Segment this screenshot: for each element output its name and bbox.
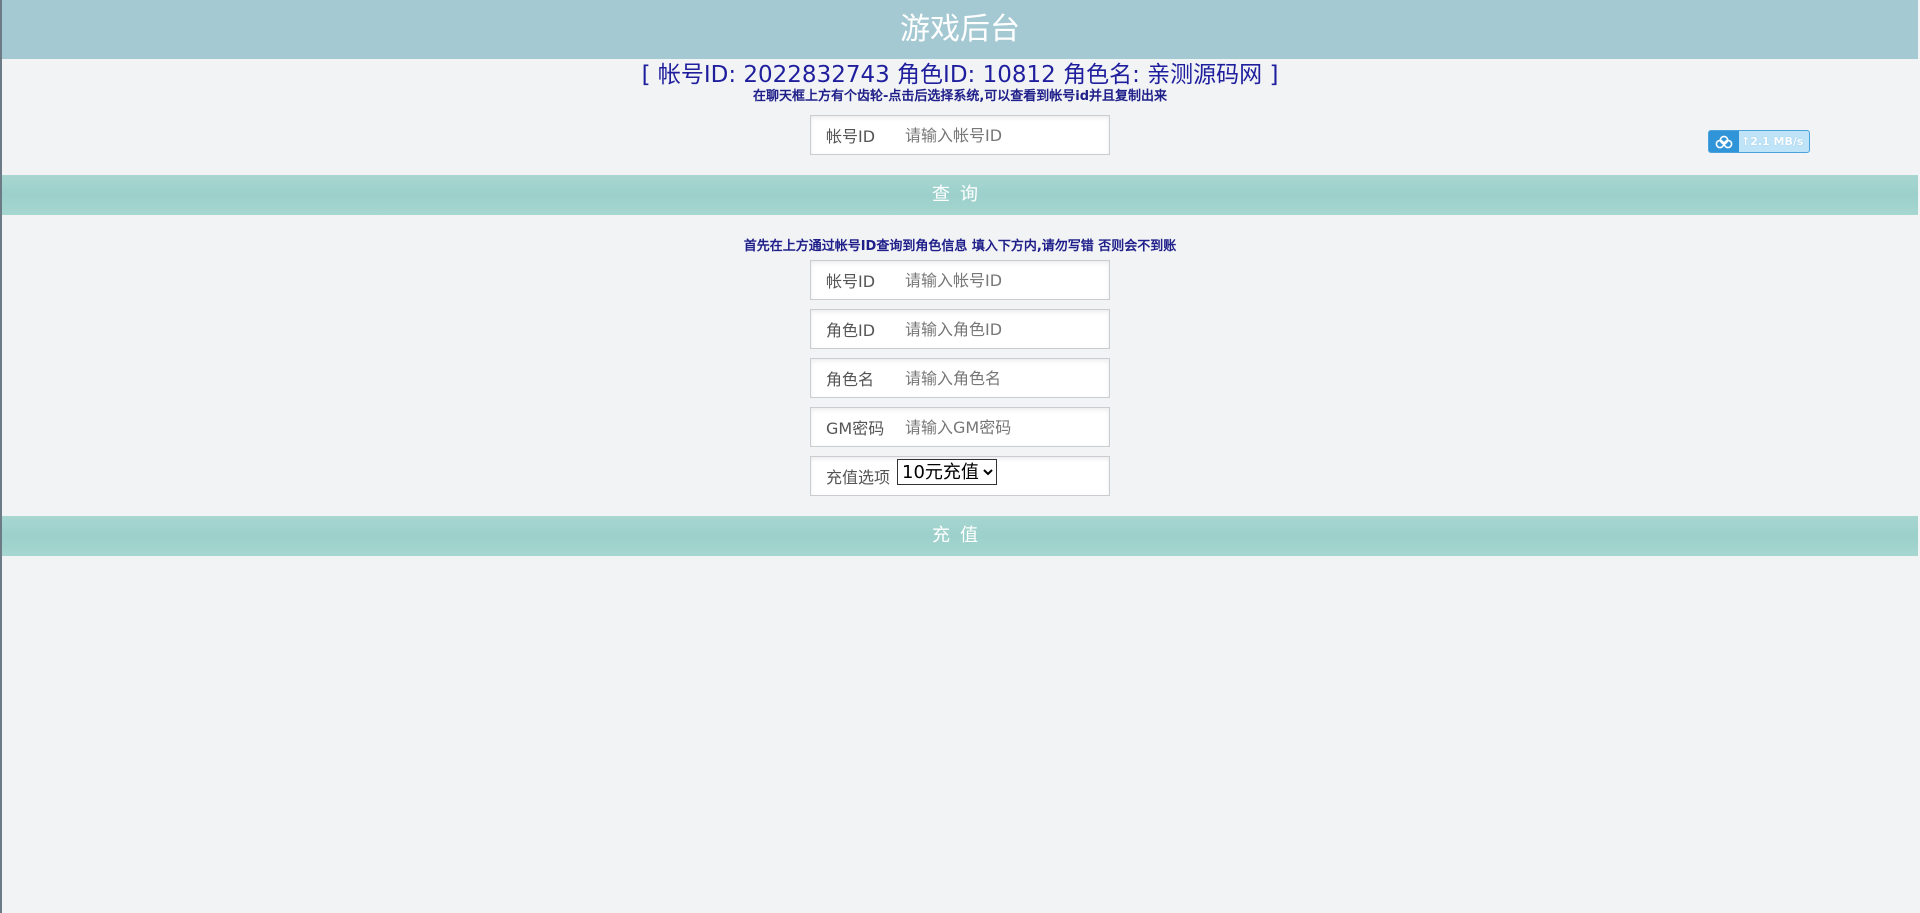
- account-id-hint: 在聊天框上方有个齿轮-点击后选择系统,可以查看到帐号id并且复制出来: [752, 89, 1168, 104]
- role-id-input[interactable]: [903, 318, 1097, 340]
- recharge-option-label: 充值选项: [826, 468, 891, 487]
- query-account-field: 帐号ID: [810, 115, 1110, 155]
- role-name-label: 角色名: [826, 370, 875, 389]
- role-name-input[interactable]: [903, 367, 1097, 389]
- query-account-input[interactable]: [903, 124, 1097, 146]
- gm-password-input[interactable]: [903, 416, 1097, 438]
- recharge-option-select[interactable]: 10元充值: [897, 459, 997, 485]
- recharge-account-input[interactable]: [903, 269, 1097, 291]
- recharge-button[interactable]: 充值: [2, 516, 1918, 556]
- role-id-field: 角色ID: [810, 309, 1110, 349]
- query-button[interactable]: 查询: [2, 175, 1918, 215]
- upload-speed-widget[interactable]: ↑2.1 MB/s: [1708, 130, 1810, 153]
- cloud-upload-icon: [1709, 131, 1739, 152]
- query-account-label: 帐号ID: [826, 127, 876, 146]
- gm-password-label: GM密码: [826, 419, 885, 438]
- recharge-account-field: 帐号ID: [810, 260, 1110, 300]
- recharge-instruction: 首先在上方通过帐号ID查询到角色信息 填入下方内,请勿写错 否则会不到账: [743, 239, 1177, 254]
- page-title: 游戏后台: [900, 12, 1020, 47]
- page-header: 游戏后台: [2, 0, 1918, 59]
- role-id-label: 角色ID: [826, 321, 876, 340]
- recharge-option-field: 充值选项 10元充值: [810, 456, 1110, 496]
- recharge-account-label: 帐号ID: [826, 272, 876, 291]
- page: 游戏后台 [ 帐号ID: 2022832743 角色ID: 10812 角色名:…: [0, 0, 1918, 913]
- role-name-field: 角色名: [810, 358, 1110, 398]
- upload-speed-text: ↑2.1 MB/s: [1741, 135, 1804, 148]
- gm-password-field: GM密码: [810, 407, 1110, 447]
- account-info: [ 帐号ID: 2022832743 角色ID: 10812 角色名: 亲测源码…: [641, 62, 1279, 88]
